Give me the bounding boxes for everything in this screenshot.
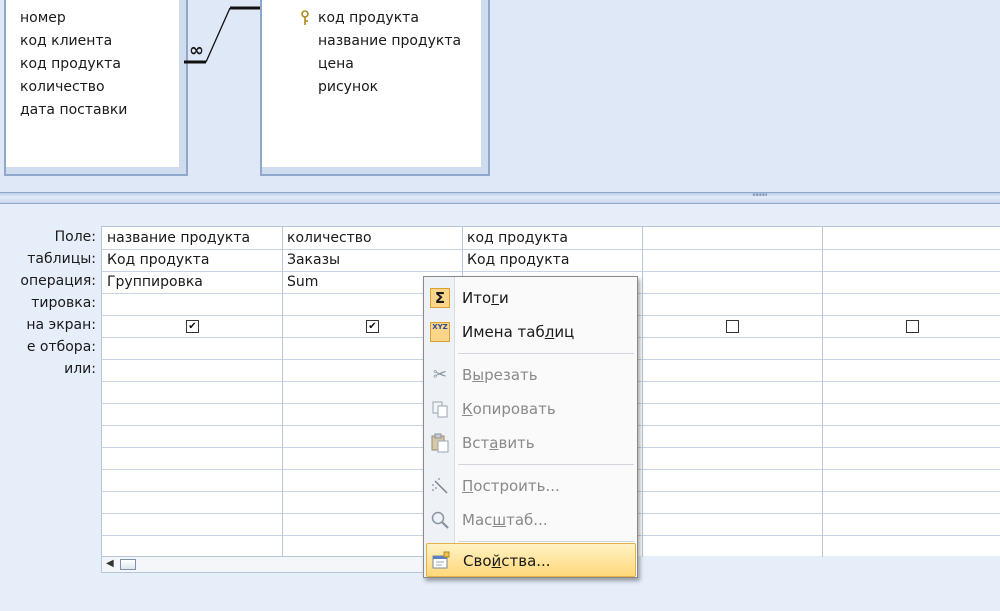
- row-label-table: таблицы:: [27, 251, 96, 267]
- splitter-grip[interactable]: '''''''''': [752, 194, 768, 203]
- build-wand-icon: [432, 478, 448, 494]
- menu-separator: [458, 353, 634, 354]
- scroll-left-arrow-icon[interactable]: ◀: [106, 558, 114, 569]
- products-field-1[interactable]: код продукта: [318, 10, 419, 26]
- row-label-or: или:: [64, 361, 96, 377]
- copy-icon: [432, 401, 448, 418]
- orders-field-2[interactable]: код клиента: [20, 33, 112, 49]
- show-checkbox[interactable]: ✔: [366, 320, 379, 333]
- show-checkbox[interactable]: [906, 320, 919, 333]
- grid-cell-table[interactable]: Код продукта: [467, 249, 569, 271]
- table-names-icon: XYZ: [430, 322, 450, 342]
- horizontal-scrollbar[interactable]: ◀: [101, 556, 431, 573]
- menu-item-table-names[interactable]: XYZ Имена таблиц: [426, 315, 636, 349]
- row-label-sort: тировка:: [31, 295, 96, 311]
- menu-item-build[interactable]: Построить...: [426, 469, 636, 503]
- orders-field-3[interactable]: код продукта: [20, 56, 121, 72]
- show-checkbox[interactable]: ✔: [186, 320, 199, 333]
- menu-item-copy[interactable]: Копировать: [426, 392, 636, 426]
- menu-separator: [458, 464, 634, 465]
- scroll-thumb[interactable]: [120, 559, 136, 570]
- grid-cell-field[interactable]: название продукта: [107, 227, 250, 249]
- orders-table-box[interactable]: номер код клиента код продукта количеств…: [4, 0, 188, 176]
- menu-item-paste[interactable]: Вставить: [426, 426, 636, 460]
- products-field-4[interactable]: рисунок: [318, 79, 378, 95]
- grid-cell-field[interactable]: количество: [287, 227, 372, 249]
- menu-item-totals[interactable]: Σ Итоги: [426, 281, 636, 315]
- menu-item-properties[interactable]: Свойства...: [426, 543, 636, 577]
- primary-key-icon: [301, 10, 309, 25]
- properties-icon: [432, 551, 450, 569]
- grid-cell-operation[interactable]: Группировка: [107, 271, 203, 293]
- zoom-icon: [431, 511, 449, 529]
- row-label-show: на экран:: [26, 317, 96, 333]
- row-label-criteria: е отбора:: [26, 339, 96, 355]
- grid-cell-operation[interactable]: Sum: [287, 271, 318, 293]
- orders-field-5[interactable]: дата поставки: [20, 102, 127, 118]
- context-menu: Σ Итоги XYZ Имена таблиц ✂ Вырезать Копи…: [423, 276, 638, 578]
- orders-field-4[interactable]: количество: [20, 79, 105, 95]
- show-checkbox[interactable]: [726, 320, 739, 333]
- products-table-box[interactable]: код продукта название продукта цена рису…: [260, 0, 490, 176]
- many-side-marker: ∞: [189, 40, 204, 61]
- query-tables-pane: номер код клиента код продукта количеств…: [0, 0, 1000, 192]
- menu-item-zoom[interactable]: Масштаб...: [426, 503, 636, 537]
- paste-icon: [431, 433, 449, 453]
- orders-field-1[interactable]: номер: [20, 10, 66, 26]
- menu-item-cut[interactable]: ✂ Вырезать: [426, 358, 636, 392]
- grid-cell-table[interactable]: Заказы: [287, 249, 340, 271]
- sigma-icon: Σ: [430, 288, 450, 308]
- products-field-2[interactable]: название продукта: [318, 33, 482, 49]
- pane-splitter[interactable]: '''''''''': [0, 192, 1000, 204]
- menu-separator: [458, 541, 634, 542]
- row-labels: Поле: таблицы: операция: тировка: на экр…: [0, 226, 96, 380]
- row-label-field: Поле:: [54, 229, 96, 245]
- grid-cell-table[interactable]: Код продукта: [107, 249, 209, 271]
- scissors-icon: ✂: [432, 365, 448, 385]
- grid-cell-field[interactable]: код продукта: [467, 227, 568, 249]
- row-label-operation: операция:: [20, 273, 96, 289]
- products-field-3[interactable]: цена: [318, 56, 354, 72]
